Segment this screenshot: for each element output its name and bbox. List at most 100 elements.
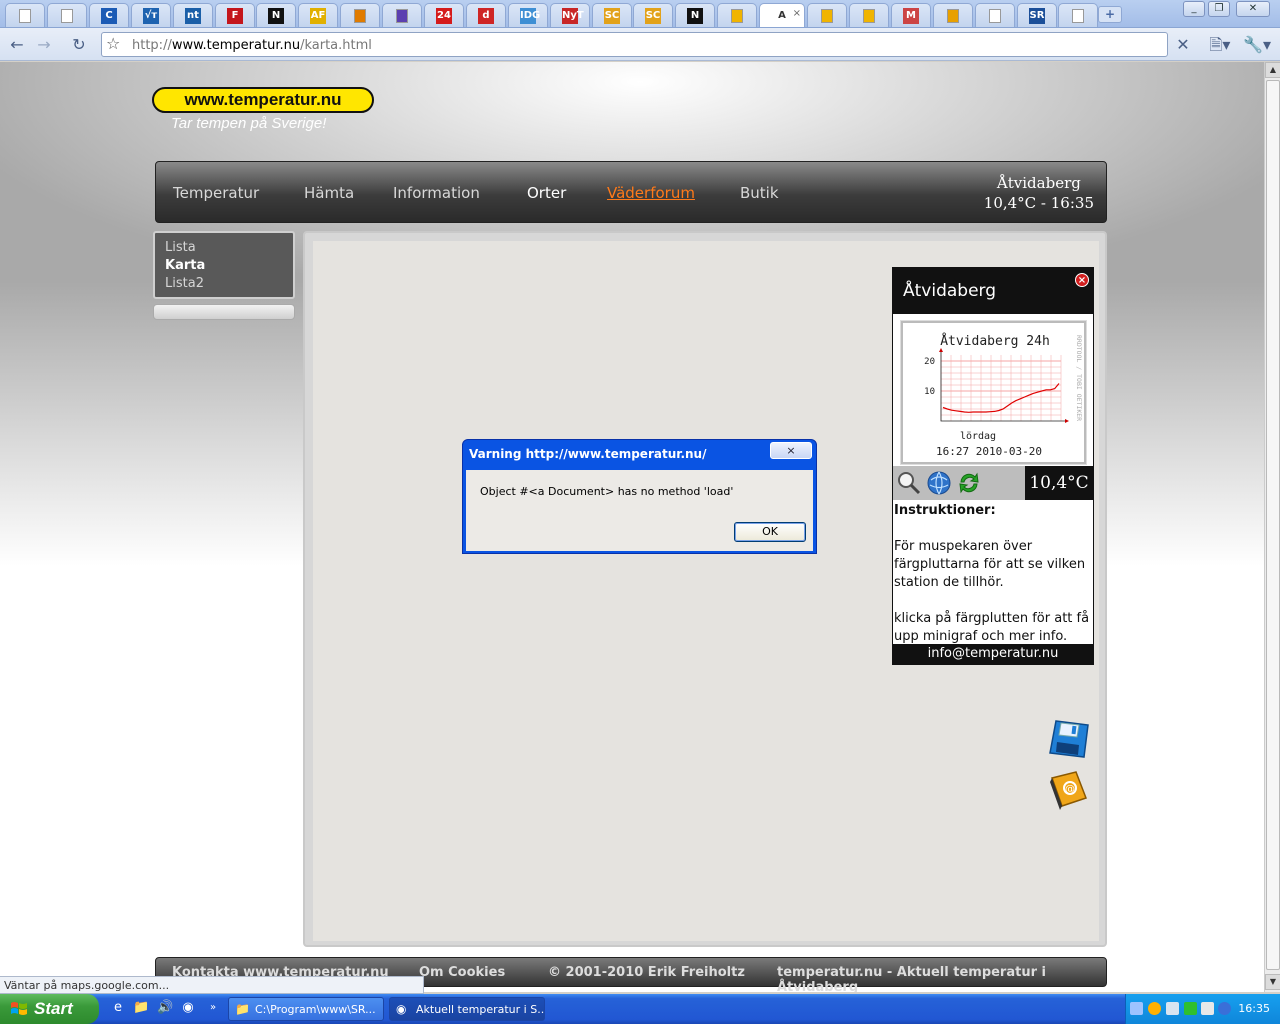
- address-url[interactable]: http://www.temperatur.nu/karta.html: [132, 38, 372, 53]
- dialog-ok-button[interactable]: OK: [734, 522, 806, 542]
- tab-favicon-icon: [989, 8, 1001, 23]
- tab-close-icon[interactable]: ×: [793, 8, 801, 19]
- tray-network-icon[interactable]: [1166, 1002, 1179, 1015]
- nav-information[interactable]: Information: [393, 184, 480, 202]
- page-menu-icon[interactable]: 🗎▾: [1207, 34, 1233, 56]
- globe-icon[interactable]: [926, 470, 952, 496]
- firefox-quicklaunch-icon[interactable]: ◉: [180, 1000, 196, 1016]
- footer-cookies-link[interactable]: Om Cookies: [419, 965, 505, 980]
- browser-tab[interactable]: [975, 3, 1015, 27]
- browser-tab[interactable]: N: [256, 3, 296, 27]
- magnifier-icon[interactable]: [895, 470, 921, 496]
- task-explorer[interactable]: 📁 C:\Program\www\SR...: [228, 997, 384, 1021]
- address-bar[interactable]: ☆ http://www.temperatur.nu/karta.html: [101, 32, 1168, 57]
- site-logo[interactable]: www.temperatur.nu: [152, 87, 374, 113]
- taskbar-clock: 16:35: [1238, 1002, 1270, 1015]
- restore-button[interactable]: ❐: [1208, 1, 1230, 17]
- submenu-lista2[interactable]: Lista2: [165, 275, 283, 293]
- ie-quicklaunch-icon[interactable]: e: [110, 1000, 126, 1016]
- tab-favicon-icon: IDG: [520, 7, 540, 24]
- tab-favicon-icon: SC: [645, 7, 661, 24]
- nav-hamta[interactable]: Hämta: [304, 184, 354, 202]
- tray-sun-icon[interactable]: [1148, 1002, 1161, 1015]
- browser-tab[interactable]: SR: [1017, 3, 1057, 27]
- browser-tab[interactable]: [933, 3, 973, 27]
- scroll-down-icon[interactable]: ▼: [1265, 974, 1280, 990]
- wrench-menu-icon[interactable]: 🔧▾: [1242, 34, 1272, 56]
- browser-tab[interactable]: C: [89, 3, 129, 27]
- panel-close-icon[interactable]: ×: [1075, 273, 1089, 287]
- browser-tab[interactable]: NyT: [550, 3, 590, 27]
- tab-favicon-icon: NyT: [562, 7, 584, 24]
- floppy-disk-icon[interactable]: [1046, 715, 1092, 761]
- browser-tab[interactable]: IDG: [508, 3, 548, 27]
- tray-speaker-icon[interactable]: [1201, 1002, 1214, 1015]
- svg-text:@: @: [1065, 784, 1075, 795]
- refresh-icon[interactable]: [956, 470, 982, 496]
- back-icon[interactable]: ←: [6, 34, 28, 56]
- reload-icon[interactable]: ↻: [68, 34, 90, 56]
- windows-taskbar: Start e 📁 🔊 ◉ » 📁 C:\Program\www\SR... ◉…: [0, 994, 1280, 1024]
- browser-tab[interactable]: A ×: [759, 3, 805, 27]
- system-tray: 16:35: [1125, 994, 1280, 1024]
- window-close-button[interactable]: ✕: [1236, 1, 1270, 17]
- task-browser-label: Aktuell temperatur i S...: [416, 1003, 545, 1016]
- panel-email[interactable]: info@temperatur.nu: [893, 644, 1093, 664]
- scroll-up-icon[interactable]: ▲: [1265, 62, 1280, 78]
- bookmark-star-icon[interactable]: ☆: [106, 34, 120, 53]
- address-book-icon[interactable]: @: [1046, 768, 1090, 812]
- tray-shield-icon[interactable]: [1218, 1002, 1231, 1015]
- chart-footer: 16:27 2010-03-20: [936, 445, 1042, 458]
- nav-temperatur[interactable]: Temperatur: [173, 184, 259, 202]
- browser-tab[interactable]: [5, 3, 45, 27]
- stop-icon[interactable]: ✕: [1172, 34, 1194, 56]
- nav-orter[interactable]: Orter: [527, 184, 566, 202]
- submenu-karta[interactable]: Karta: [165, 257, 283, 275]
- browser-tab[interactable]: √т: [131, 3, 171, 27]
- dialog-close-button[interactable]: ×: [770, 442, 812, 459]
- browser-tab[interactable]: AF: [298, 3, 338, 27]
- nav-butik[interactable]: Butik: [740, 184, 779, 202]
- start-button[interactable]: Start: [0, 994, 99, 1024]
- speaker-quicklaunch-icon[interactable]: 🔊: [157, 1000, 173, 1016]
- mini-graph[interactable]: Åtvidaberg 24h RRDTOOL / TOBI OETIKER 10…: [901, 321, 1086, 464]
- browser-tab[interactable]: [717, 3, 757, 27]
- chart-y-tick-label: 20: [924, 357, 935, 367]
- browser-tab[interactable]: M: [891, 3, 931, 27]
- browser-tab[interactable]: N: [675, 3, 715, 27]
- browser-tab[interactable]: [47, 3, 87, 27]
- tab-favicon-icon: [1072, 8, 1084, 23]
- browser-tab[interactable]: [382, 3, 422, 27]
- page-scrollbar[interactable]: ▲ ▼: [1264, 62, 1280, 992]
- tab-favicon-icon: M: [903, 7, 919, 24]
- tab-favicon-icon: F: [227, 7, 243, 24]
- panel-title: Åtvidaberg: [893, 268, 1093, 314]
- forward-icon[interactable]: →: [33, 34, 55, 56]
- browser-tab[interactable]: F: [215, 3, 255, 27]
- browser-tab[interactable]: SC: [592, 3, 632, 27]
- task-browser[interactable]: ◉ Aktuell temperatur i S...: [389, 997, 545, 1021]
- scrollbar-thumb[interactable]: [1266, 80, 1280, 970]
- station-panel: Åtvidaberg × Åtvidaberg 24h RRDTOOL / TO…: [892, 267, 1094, 665]
- browser-tab-strip: C √т nt F N AF 24 d IDG NyT SC SC N A × M SR + _ ❐ ✕: [0, 0, 1280, 28]
- tab-favicon-icon: nt: [185, 7, 201, 24]
- folder-quicklaunch-icon[interactable]: 📁: [133, 1000, 149, 1016]
- browser-tab[interactable]: SC: [633, 3, 673, 27]
- browser-tab[interactable]: 24: [424, 3, 464, 27]
- browser-tab[interactable]: [807, 3, 847, 27]
- browser-tab[interactable]: [340, 3, 380, 27]
- browser-tab[interactable]: [849, 3, 889, 27]
- new-tab-button[interactable]: +: [1098, 6, 1122, 23]
- tray-arrow-icon[interactable]: [1130, 1002, 1143, 1015]
- browser-tab[interactable]: [1058, 3, 1098, 27]
- nav-vaderforum[interactable]: Väderforum: [607, 184, 695, 202]
- panel-instructions: Instruktioner: För muspekaren över färgp…: [893, 502, 1093, 646]
- tray-monitor-icon[interactable]: [1184, 1002, 1197, 1015]
- minimize-button[interactable]: _: [1183, 1, 1205, 17]
- instructions-text-1: För muspekaren över färgpluttarna för at…: [894, 539, 1086, 590]
- browser-tab[interactable]: d: [466, 3, 506, 27]
- submenu-lista[interactable]: Lista: [165, 239, 283, 257]
- quicklaunch-more-icon[interactable]: »: [205, 1000, 221, 1016]
- alert-dialog: Varning http://www.temperatur.nu/ × Obje…: [462, 439, 817, 554]
- browser-tab[interactable]: nt: [173, 3, 213, 27]
